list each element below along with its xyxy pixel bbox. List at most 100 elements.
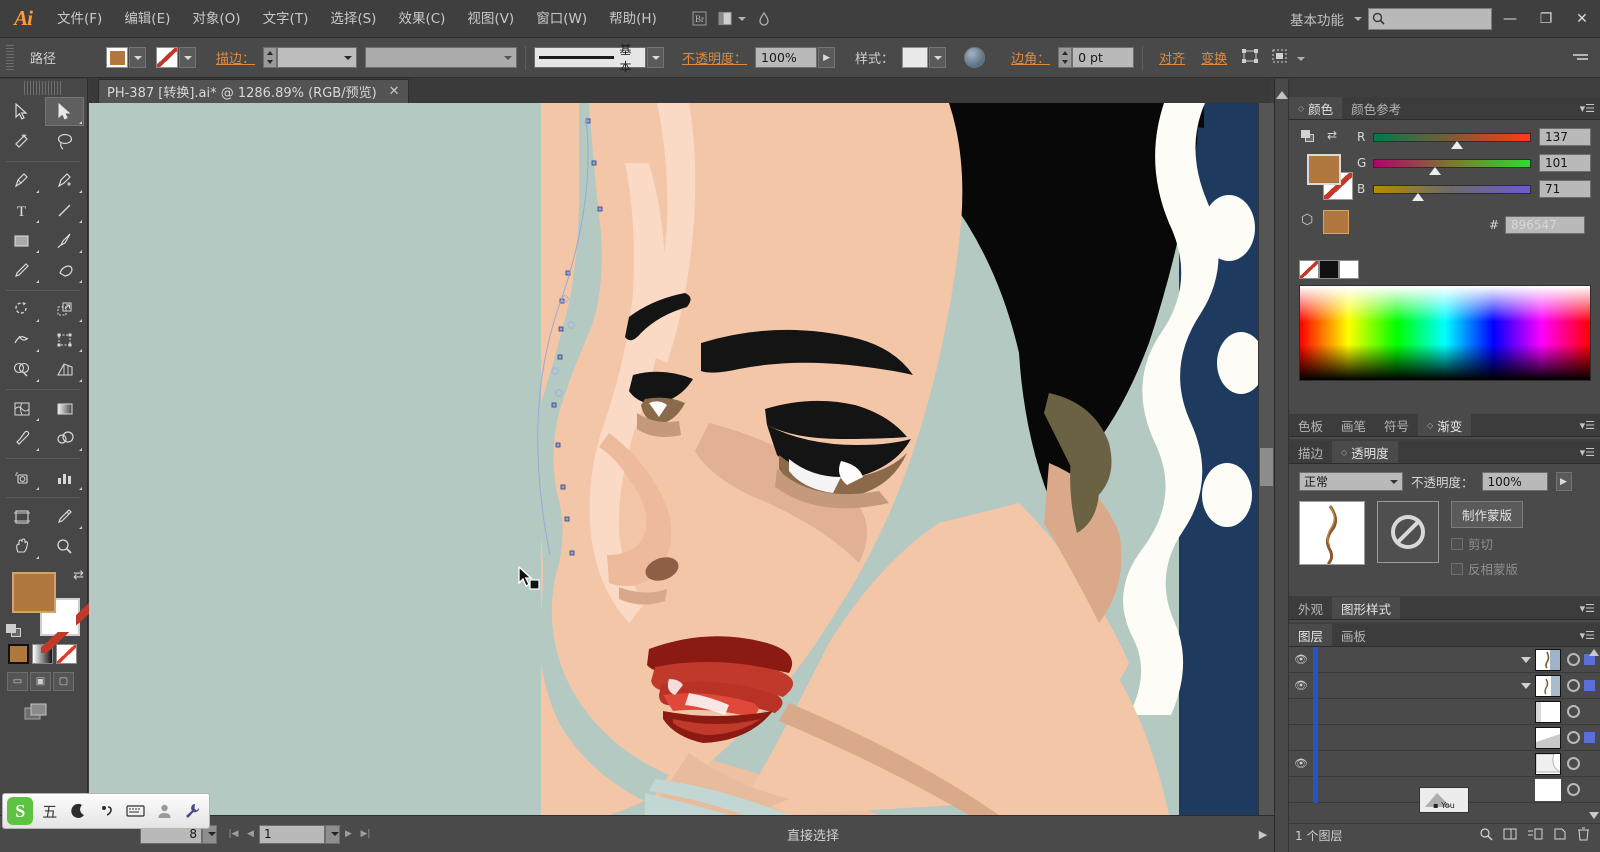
status-bar-menu-icon[interactable]: ▶	[1252, 828, 1274, 841]
swap-fill-stroke-icon[interactable]: ⇄	[73, 568, 84, 583]
layer-expand-triangle-icon[interactable]	[1521, 656, 1531, 663]
eyedropper-tool[interactable]	[2, 424, 41, 453]
layers-list[interactable]: 👁 👁 👁 ▪ You	[1289, 647, 1600, 823]
color-slider-g[interactable]: G 101	[1357, 154, 1591, 175]
punctuation-icon[interactable]	[95, 798, 120, 824]
layer-target-icon[interactable]	[1567, 705, 1580, 718]
layers-scroll-down-icon[interactable]	[1589, 812, 1599, 819]
hex-value[interactable]: 896547	[1505, 216, 1585, 234]
color-panel-menu-icon[interactable]: ▾☰	[1580, 102, 1595, 115]
transform-button[interactable]: 变换	[1201, 48, 1227, 67]
layer-select-indicator[interactable]	[1584, 680, 1595, 691]
stroke-weight-combo[interactable]	[277, 47, 358, 68]
fill-color-swatch[interactable]	[12, 572, 56, 613]
full-screen-menu-mode-button[interactable]: ▣	[30, 672, 51, 691]
search-input[interactable]	[1385, 11, 1481, 26]
tab-appearance[interactable]: 外观	[1289, 597, 1332, 619]
column-graph-tool[interactable]	[45, 463, 84, 492]
menu-help[interactable]: 帮助(H)	[598, 0, 668, 38]
document-tab-close-icon[interactable]: ✕	[389, 84, 400, 99]
layer-target-icon[interactable]	[1567, 653, 1580, 666]
paintbrush-tool[interactable]	[45, 226, 84, 255]
g-value[interactable]: 101	[1539, 154, 1591, 172]
opacity-flyout[interactable]: ▶	[818, 47, 836, 68]
stroke-swatch[interactable]	[156, 47, 179, 68]
fill-dropdown[interactable]	[129, 47, 147, 68]
wrench-icon[interactable]	[180, 798, 205, 824]
tab-graphic-styles[interactable]: 图形样式	[1332, 597, 1401, 619]
direct-selection-tool[interactable]	[45, 97, 84, 126]
bridge-icon[interactable]: Br	[686, 7, 714, 31]
g-track[interactable]	[1373, 158, 1531, 175]
corner-radius-field[interactable]: 0 pt	[1072, 47, 1135, 68]
type-tool[interactable]: T	[2, 196, 41, 225]
add-anchor-point-tool[interactable]	[45, 166, 84, 195]
tab-swatches[interactable]: 色板	[1289, 414, 1332, 436]
corner-stepper[interactable]	[1058, 47, 1073, 68]
moon-icon[interactable]	[66, 798, 91, 824]
tab-brushes[interactable]: 画笔	[1332, 414, 1375, 436]
scale-tool[interactable]	[45, 295, 84, 324]
menu-window[interactable]: 窗口(W)	[525, 0, 598, 38]
slice-tool[interactable]	[45, 502, 84, 531]
layer-visibility-icon[interactable]: 👁	[1289, 757, 1313, 770]
layer-row[interactable]	[1289, 698, 1600, 725]
r-track[interactable]	[1373, 132, 1531, 149]
rotate-tool[interactable]	[2, 295, 41, 324]
canvas-vertical-scrollbar[interactable]	[1258, 103, 1274, 815]
blend-mode-select[interactable]: 正常	[1299, 472, 1403, 491]
magic-wand-tool[interactable]	[2, 127, 41, 156]
out-of-gamut-swatch[interactable]	[1323, 210, 1349, 234]
delete-layer-icon[interactable]	[1577, 827, 1590, 844]
layer-row[interactable]: 👁	[1289, 750, 1600, 777]
graphic-style-swatch[interactable]	[902, 47, 929, 68]
next-artboard-button[interactable]: ▶	[340, 825, 357, 844]
tab-transparency[interactable]: ◇ 透明度	[1332, 441, 1398, 463]
color-slider-r[interactable]: R 137	[1357, 128, 1591, 149]
stroke-weight-stepper[interactable]	[263, 47, 278, 68]
color-mode-button[interactable]	[8, 644, 29, 664]
r-value[interactable]: 137	[1539, 128, 1591, 146]
artboard-number-field[interactable]: 1	[259, 824, 325, 844]
color-spectrum-bar[interactable]	[1299, 285, 1591, 381]
workspace-switcher[interactable]: 基本功能	[1284, 9, 1350, 29]
first-artboard-button[interactable]: |◀	[225, 825, 242, 844]
layer-row[interactable]: 👁	[1289, 647, 1600, 673]
mask-thumbnail[interactable]	[1377, 501, 1439, 563]
recolor-artwork-icon[interactable]	[964, 47, 986, 68]
locate-object-icon[interactable]	[1479, 827, 1493, 844]
b-slider-knob[interactable]	[1411, 192, 1424, 201]
swatch-white[interactable]	[1339, 260, 1359, 279]
layers-panel-menu-icon[interactable]: ▾☰	[1580, 629, 1595, 642]
b-value[interactable]: 71	[1539, 180, 1591, 198]
layer-expand-triangle-icon[interactable]	[1521, 682, 1531, 689]
normal-screen-mode-button[interactable]: ▭	[7, 672, 28, 691]
tab-layers[interactable]: 图层	[1289, 624, 1333, 646]
layer-visibility-icon[interactable]: 👁	[1289, 653, 1313, 666]
appearance-panel-menu-icon[interactable]: ▾☰	[1580, 602, 1595, 615]
menu-view[interactable]: 视图(V)	[456, 0, 525, 38]
stock-icon[interactable]	[750, 7, 778, 31]
full-screen-mode-button[interactable]: ▢	[53, 672, 74, 691]
lasso-tool[interactable]	[45, 127, 84, 156]
previous-artboard-button[interactable]: ◀	[242, 825, 259, 844]
new-layer-icon[interactable]	[1553, 827, 1567, 844]
invert-mask-checkbox-row[interactable]: 反相蒙版	[1451, 559, 1523, 578]
tab-gradient[interactable]: ◇ 渐变	[1418, 414, 1472, 436]
layer-name-cell[interactable]	[1338, 699, 1535, 725]
r-slider-knob[interactable]	[1450, 140, 1463, 149]
menu-edit[interactable]: 编辑(E)	[113, 0, 181, 38]
input-mode-wubi-icon[interactable]: 五	[37, 798, 62, 824]
line-segment-tool[interactable]	[45, 196, 84, 225]
search-box[interactable]	[1368, 7, 1492, 30]
selection-tool[interactable]	[2, 97, 41, 126]
menu-effect[interactable]: 效果(C)	[387, 0, 456, 38]
color-space-cube-icon[interactable]: ⬡	[1301, 212, 1313, 228]
pencil-tool[interactable]	[2, 256, 41, 285]
transparency-opacity-flyout[interactable]: ▶	[1555, 472, 1572, 491]
swatches-panel-menu-icon[interactable]: ▾☰	[1580, 419, 1595, 432]
swap-colors-icon[interactable]: ⇄	[1327, 128, 1337, 142]
symbol-sprayer-tool[interactable]	[2, 463, 41, 492]
menu-file[interactable]: 文件(F)	[46, 0, 113, 38]
workspace-chevron-down-icon[interactable]	[1354, 16, 1362, 21]
